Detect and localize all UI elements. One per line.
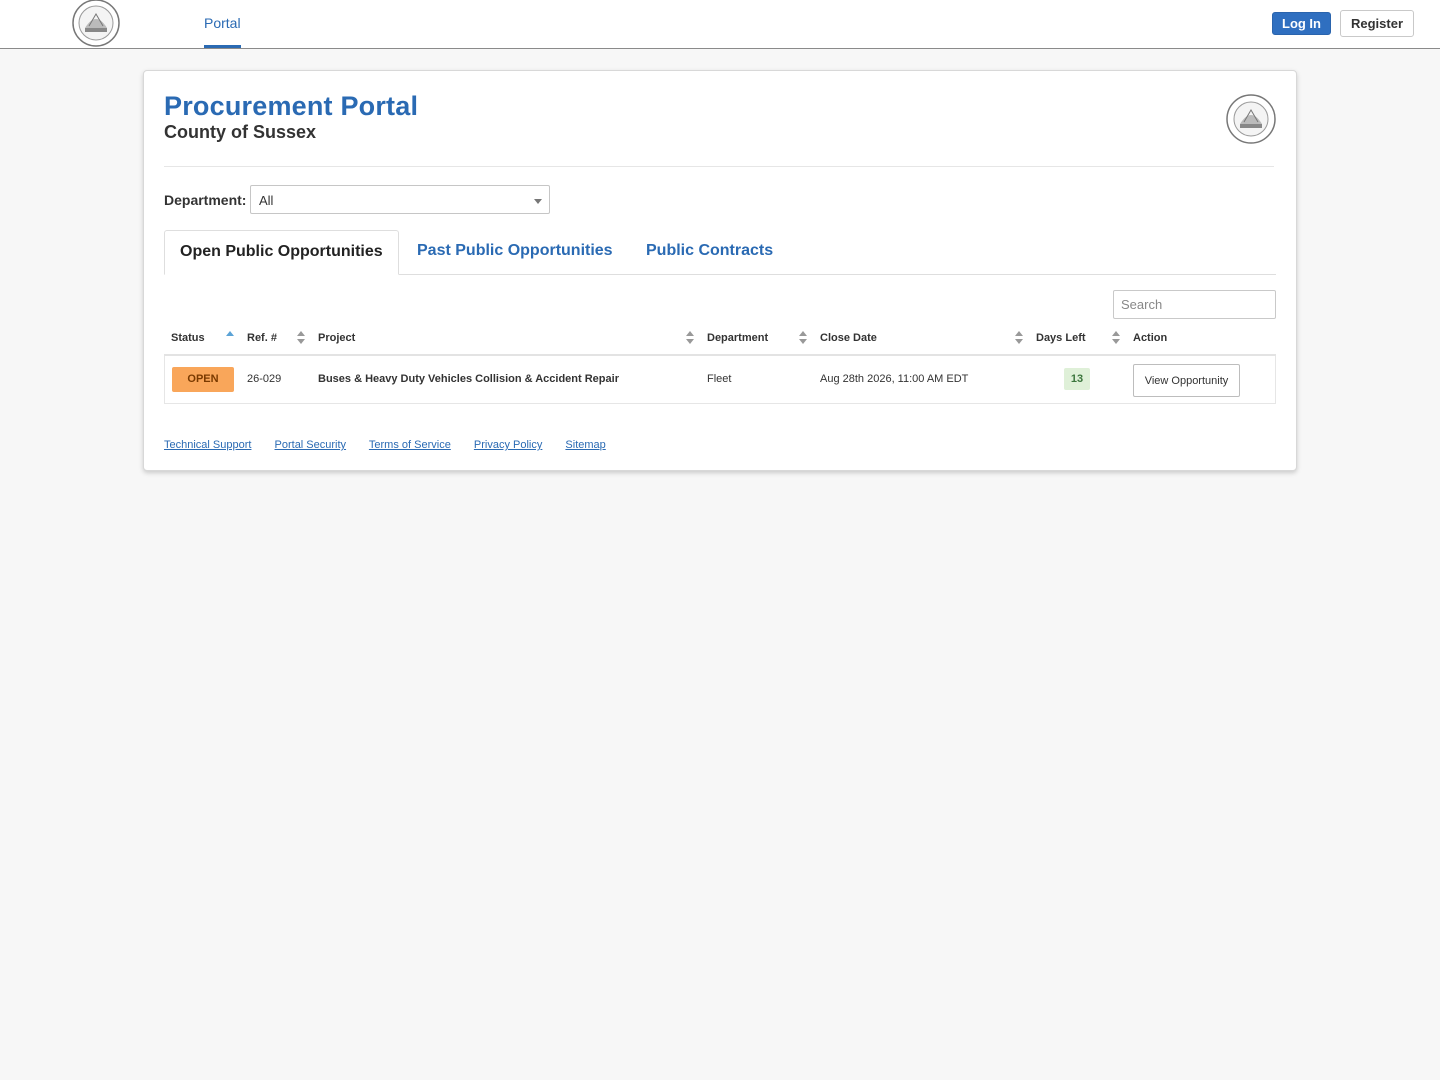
status-badge: OPEN [172,367,234,392]
footer-link-technical-support[interactable]: Technical Support [164,439,251,451]
table-header: Status Ref. # Project Department Close D… [164,326,1276,356]
sort-icon[interactable] [297,331,305,345]
sort-icon[interactable] [799,331,807,345]
column-header-action: Action [1133,332,1168,344]
page-title: Procurement Portal [164,91,419,121]
page-subtitle: County of Sussex [164,122,317,142]
nav-portal-link[interactable]: Portal [204,0,241,48]
view-opportunity-button[interactable]: View Opportunity [1133,364,1240,397]
login-button[interactable]: Log In [1272,12,1331,35]
department-value: Fleet [707,373,732,385]
search-input[interactable] [1113,290,1276,319]
register-button[interactable]: Register [1340,10,1414,37]
department-select[interactable]: All [250,185,550,214]
sort-icon[interactable] [686,331,694,345]
close-date: Aug 28th 2026, 11:00 AM EDT [820,373,969,385]
ref-number: 26-029 [247,373,282,385]
sort-icon[interactable] [1015,331,1023,345]
footer-links: Technical Support Portal Security Terms … [164,439,626,451]
county-seal-icon[interactable] [71,0,121,48]
column-header-close-date[interactable]: Close Date [820,332,877,344]
project-name: Buses & Heavy Duty Vehicles Collision & … [318,373,619,385]
top-navbar: Portal Log In Register [0,0,1440,49]
column-header-ref[interactable]: Ref. # [247,332,277,344]
footer-link-privacy-policy[interactable]: Privacy Policy [474,439,542,451]
portal-card: Procurement Portal County of Sussex Depa… [143,70,1297,471]
column-header-department[interactable]: Department [707,332,768,344]
column-header-days-left[interactable]: Days Left [1036,332,1086,344]
sort-asc-icon[interactable] [226,331,234,345]
footer-link-portal-security[interactable]: Portal Security [275,439,347,451]
header-divider [164,166,1274,167]
caret-down-icon [534,199,542,204]
footer-link-terms-of-service[interactable]: Terms of Service [369,439,451,451]
tab-open-public-opportunities[interactable]: Open Public Opportunities [164,230,399,275]
county-seal-icon [1226,94,1276,144]
tab-public-contracts[interactable]: Public Contracts [646,230,773,275]
footer-link-sitemap[interactable]: Sitemap [565,439,605,451]
table-row: OPEN 26-029 Buses & Heavy Duty Vehicles … [164,356,1276,404]
column-header-status[interactable]: Status [171,332,205,344]
days-left-badge: 13 [1064,368,1090,390]
tab-past-public-opportunities[interactable]: Past Public Opportunities [417,230,613,275]
column-header-project[interactable]: Project [318,332,355,344]
department-label: Department: [164,192,247,208]
department-select-value: All [259,193,274,208]
sort-icon[interactable] [1112,331,1120,345]
